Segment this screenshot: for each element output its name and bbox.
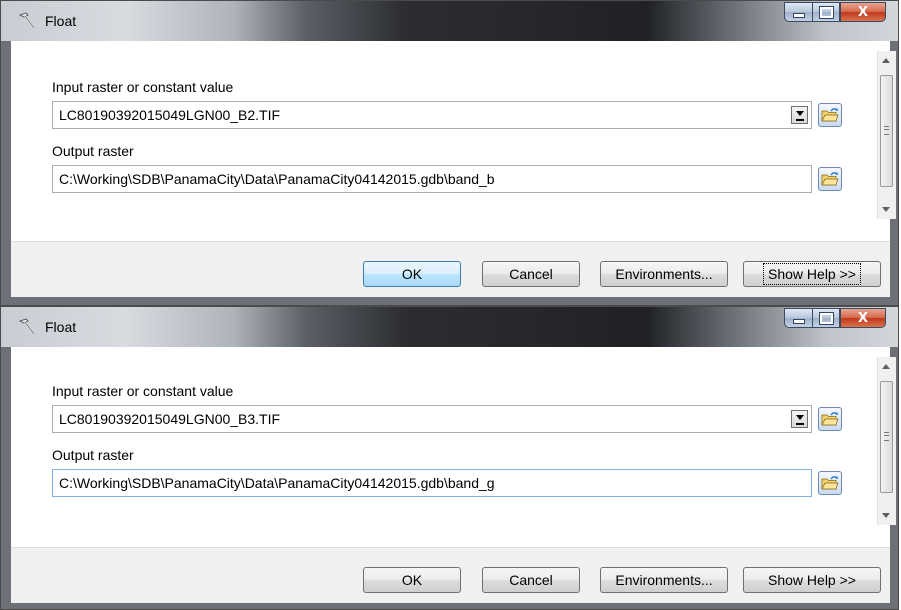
minimize-button[interactable] bbox=[784, 308, 812, 328]
close-icon: X bbox=[857, 4, 869, 20]
environments-label: Environments... bbox=[615, 266, 713, 282]
output-raster-label: Output raster bbox=[52, 143, 134, 159]
browse-output-button[interactable] bbox=[818, 471, 842, 495]
window-title: Float bbox=[45, 319, 77, 335]
input-raster-label: Input raster or constant value bbox=[52, 383, 234, 399]
output-raster-value: C:\Working\SDB\PanamaCity\Data\PanamaCit… bbox=[59, 475, 495, 491]
input-raster-combo[interactable]: LC80190392015049LGN00_B2.TIF bbox=[52, 101, 812, 129]
ok-button[interactable]: OK bbox=[363, 567, 461, 593]
show-help-label: Show Help >> bbox=[763, 263, 861, 285]
ok-button[interactable]: OK bbox=[363, 261, 461, 287]
hammer-icon bbox=[18, 318, 35, 335]
cancel-button[interactable]: Cancel bbox=[482, 567, 580, 593]
input-raster-value: LC80190392015049LGN00_B3.TIF bbox=[59, 411, 281, 427]
minimize-icon bbox=[792, 12, 805, 18]
open-folder-icon bbox=[821, 172, 839, 186]
window-controls: X bbox=[784, 2, 886, 24]
maximize-icon bbox=[818, 311, 834, 325]
hammer-icon bbox=[18, 12, 35, 29]
vertical-scrollbar[interactable] bbox=[877, 51, 896, 219]
minimize-button[interactable] bbox=[784, 2, 812, 22]
output-raster-value: C:\Working\SDB\PanamaCity\Data\PanamaCit… bbox=[59, 171, 495, 187]
grip-icon bbox=[884, 432, 889, 441]
scroll-thumb[interactable] bbox=[880, 381, 893, 493]
title-bar[interactable]: Float X bbox=[1, 1, 898, 41]
parameters-panel: Input raster or constant value LC8019039… bbox=[11, 347, 896, 547]
window-title: Float bbox=[45, 13, 77, 29]
open-folder-icon bbox=[821, 108, 839, 122]
close-button[interactable]: X bbox=[840, 308, 886, 328]
title-bar[interactable]: Float X bbox=[1, 307, 898, 347]
cancel-label: Cancel bbox=[509, 266, 553, 282]
cancel-label: Cancel bbox=[509, 572, 553, 588]
chevron-down-icon bbox=[795, 415, 804, 425]
scroll-up-icon[interactable] bbox=[882, 58, 890, 63]
input-raster-label: Input raster or constant value bbox=[52, 79, 234, 95]
close-icon: X bbox=[857, 310, 869, 326]
show-help-button[interactable]: Show Help >> bbox=[743, 567, 881, 593]
maximize-icon bbox=[818, 5, 834, 19]
environments-button[interactable]: Environments... bbox=[600, 261, 728, 287]
scroll-down-icon[interactable] bbox=[882, 207, 890, 212]
button-bar: OK Cancel Environments... Show Help >> bbox=[11, 241, 890, 297]
input-raster-combo[interactable]: LC80190392015049LGN00_B3.TIF bbox=[52, 405, 812, 433]
scroll-down-icon[interactable] bbox=[882, 513, 890, 518]
environments-button[interactable]: Environments... bbox=[600, 567, 728, 593]
ok-label: OK bbox=[401, 572, 423, 588]
output-raster-label: Output raster bbox=[52, 447, 134, 463]
scroll-thumb[interactable] bbox=[880, 75, 893, 187]
combo-dropdown-button[interactable] bbox=[791, 410, 808, 428]
show-help-button[interactable]: Show Help >> bbox=[743, 261, 881, 287]
window-controls: X bbox=[784, 308, 886, 330]
button-bar: OK Cancel Environments... Show Help >> bbox=[11, 547, 890, 603]
ok-label: OK bbox=[401, 266, 423, 282]
close-button[interactable]: X bbox=[840, 2, 886, 22]
scroll-up-icon[interactable] bbox=[882, 364, 890, 369]
cancel-button[interactable]: Cancel bbox=[482, 261, 580, 287]
browse-input-button[interactable] bbox=[818, 103, 842, 127]
output-raster-field[interactable]: C:\Working\SDB\PanamaCity\Data\PanamaCit… bbox=[52, 469, 812, 497]
chevron-down-icon bbox=[795, 111, 804, 121]
browse-output-button[interactable] bbox=[818, 167, 842, 191]
parameters-panel: Input raster or constant value LC8019039… bbox=[11, 41, 896, 241]
output-raster-field[interactable]: C:\Working\SDB\PanamaCity\Data\PanamaCit… bbox=[52, 165, 812, 193]
minimize-icon bbox=[792, 318, 805, 324]
float-dialog-1: Float X Input raster or constant value L… bbox=[0, 0, 899, 306]
browse-input-button[interactable] bbox=[818, 407, 842, 431]
open-folder-icon bbox=[821, 476, 839, 490]
input-raster-value: LC80190392015049LGN00_B2.TIF bbox=[59, 107, 281, 123]
combo-dropdown-button[interactable] bbox=[791, 106, 808, 124]
vertical-scrollbar[interactable] bbox=[877, 357, 896, 525]
grip-icon bbox=[884, 126, 889, 135]
float-dialog-2: Float X Input raster or constant value L… bbox=[0, 306, 899, 610]
maximize-button[interactable] bbox=[812, 308, 840, 328]
show-help-label: Show Help >> bbox=[768, 572, 856, 588]
maximize-button[interactable] bbox=[812, 2, 840, 22]
environments-label: Environments... bbox=[615, 572, 713, 588]
open-folder-icon bbox=[821, 412, 839, 426]
